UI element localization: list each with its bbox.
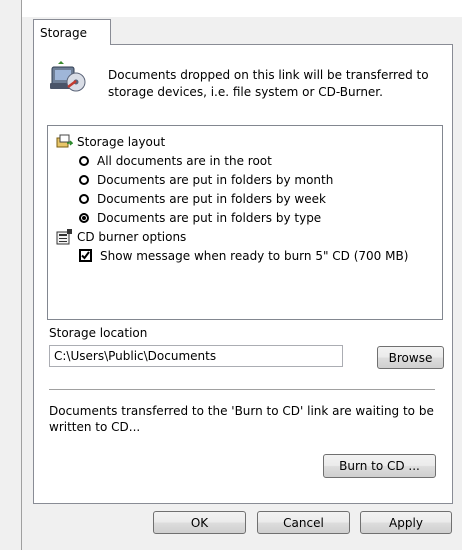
burn-message-label: Show message when ready to burn 5" CD (7… — [100, 248, 409, 263]
description-text: Documents dropped on this link will be t… — [108, 68, 429, 99]
separator — [49, 389, 435, 390]
browse-button[interactable]: Browse — [377, 346, 444, 369]
radio-root[interactable]: All documents are in the root — [79, 152, 272, 169]
tab-storage-label: Storage — [40, 26, 87, 40]
storage-layout-title: Storage layout — [77, 135, 166, 149]
cd-burner-group: CD burner options — [56, 228, 186, 246]
cd-burner-icon — [56, 229, 72, 245]
radio-root-button[interactable] — [79, 155, 89, 166]
top-strip — [22, 0, 462, 17]
cd-burner-title: CD burner options — [77, 230, 187, 244]
storage-location-label: Storage location — [49, 326, 148, 340]
radio-week[interactable]: Documents are put in folders by week — [79, 190, 326, 207]
checkmark-icon — [81, 251, 90, 260]
radio-type-label: Documents are put in folders by type — [97, 210, 322, 225]
burn-to-cd-button[interactable]: Burn to CD ... — [323, 454, 436, 478]
radio-week-button[interactable] — [79, 193, 89, 204]
storage-devices-icon — [50, 61, 86, 92]
radio-week-label: Documents are put in folders by week — [97, 191, 326, 206]
radio-type[interactable]: Documents are put in folders by type — [79, 209, 321, 226]
storage-layout-group: Storage layout — [56, 133, 165, 151]
burn-note: Documents transferred to the 'Burn to CD… — [49, 404, 434, 434]
burn-message-checkbox[interactable] — [79, 249, 92, 262]
storage-dialog: Storage Documents dropped on this link w… — [21, 0, 462, 550]
ok-button[interactable]: OK — [153, 511, 246, 534]
tab-storage[interactable]: Storage — [33, 19, 111, 45]
storage-panel: Documents dropped on this link will be t… — [33, 44, 453, 504]
radio-type-button[interactable] — [79, 212, 89, 223]
radio-month-button[interactable] — [79, 174, 89, 185]
burn-message-option[interactable]: Show message when ready to burn 5" CD (7… — [79, 247, 408, 264]
options-box: Storage layout All documents are in the … — [47, 125, 443, 320]
storage-layout-icon — [56, 134, 73, 148]
cancel-button[interactable]: Cancel — [257, 511, 350, 534]
storage-location-input[interactable]: C:\Users\Public\Documents — [49, 345, 343, 367]
radio-month[interactable]: Documents are put in folders by month — [79, 171, 333, 188]
radio-root-label: All documents are in the root — [97, 153, 272, 168]
radio-month-label: Documents are put in folders by month — [97, 172, 334, 187]
apply-button[interactable]: Apply — [360, 511, 452, 534]
